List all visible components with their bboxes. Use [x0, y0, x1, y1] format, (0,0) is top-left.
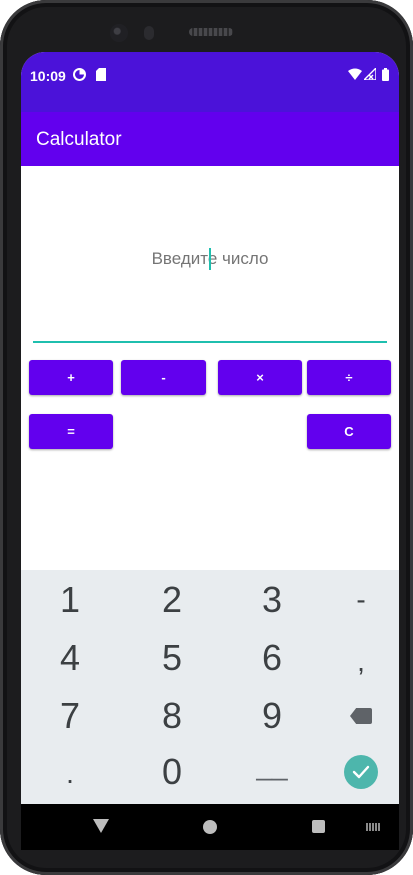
divide-button[interactable]: ÷ — [307, 360, 391, 395]
numeric-keyboard: 1 2 3 - 4 5 6 , 7 8 9 . 0 __ — [21, 570, 399, 804]
key-0[interactable]: 0 — [125, 744, 219, 800]
key-4[interactable]: 4 — [23, 630, 117, 686]
key-8[interactable]: 8 — [125, 688, 219, 744]
proximity-sensor — [144, 26, 154, 40]
key-6[interactable]: 6 — [225, 630, 319, 686]
clear-button[interactable]: C — [307, 414, 391, 449]
key-2[interactable]: 2 — [125, 572, 219, 628]
recents-icon[interactable] — [312, 820, 325, 833]
battery-icon — [382, 68, 389, 84]
keyboard-switch-icon[interactable] — [366, 823, 380, 831]
earpiece-speaker — [189, 28, 233, 36]
home-icon[interactable] — [203, 820, 217, 834]
wifi-icon — [348, 68, 362, 83]
backspace-key[interactable] — [314, 688, 399, 744]
multiply-button[interactable]: × — [218, 360, 302, 395]
key-minus[interactable]: - — [314, 572, 399, 628]
key-5[interactable]: 5 — [125, 630, 219, 686]
screen: 10:09 Calculator + - × ÷ = C 1 2 — [21, 52, 399, 804]
key-period[interactable]: . — [23, 746, 117, 802]
key-9[interactable]: 9 — [225, 688, 319, 744]
status-time: 10:09 — [30, 68, 66, 84]
front-camera — [110, 24, 128, 42]
data-saver-icon — [73, 68, 86, 84]
key-space[interactable]: __ — [225, 738, 319, 794]
sd-card-icon — [96, 68, 106, 84]
key-7[interactable]: 7 — [23, 688, 117, 744]
calculator-content: + - × ÷ = C — [21, 166, 399, 570]
key-1[interactable]: 1 — [23, 572, 117, 628]
navigation-bar — [21, 804, 399, 850]
backspace-icon — [350, 708, 372, 724]
enter-icon — [344, 755, 378, 789]
signal-icon — [362, 66, 377, 83]
app-title: Calculator — [36, 129, 122, 150]
back-icon[interactable] — [93, 819, 109, 833]
key-comma[interactable]: , — [314, 634, 399, 690]
equals-button[interactable]: = — [29, 414, 113, 449]
status-bar: 10:09 — [21, 52, 399, 112]
plus-button[interactable]: + — [29, 360, 113, 395]
enter-key[interactable] — [314, 744, 399, 800]
minus-button[interactable]: - — [121, 360, 206, 395]
text-cursor — [209, 248, 211, 270]
key-3[interactable]: 3 — [225, 572, 319, 628]
app-bar: Calculator — [21, 112, 399, 166]
